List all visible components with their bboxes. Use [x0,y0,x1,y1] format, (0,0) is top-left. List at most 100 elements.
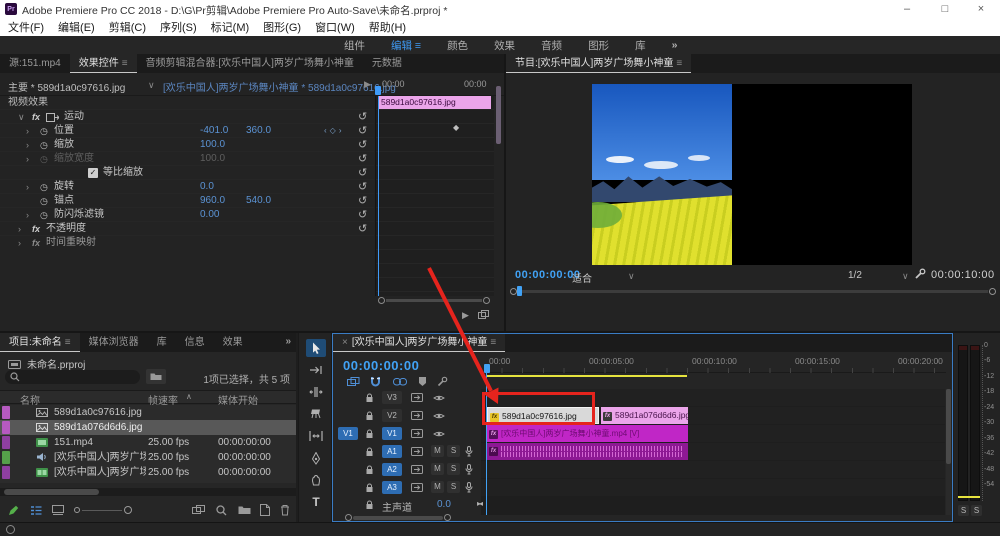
tab-source-monitor[interactable]: 源:151.mp4 [0,54,70,73]
lock-icon[interactable] [365,447,374,457]
search-bin-filter-button[interactable] [146,369,166,384]
maximize-button[interactable]: □ [936,1,954,17]
fit-dropdown[interactable]: 适合 [572,270,592,285]
workspace-tab-assembly[interactable]: 组件 [344,38,365,53]
reset-icon[interactable]: ↺ [358,180,367,194]
panel-divider[interactable] [504,54,506,331]
label-chip[interactable] [2,421,10,434]
effect-opacity[interactable]: › fx 不透明度 ↺ [0,222,374,236]
workspace-tab-graphics[interactable]: 图形 [588,38,609,53]
param-anchor[interactable]: ◷ 锚点 960.0 540.0 ↺ [0,194,374,208]
menu-item-markers[interactable]: 标记(M) [211,19,250,35]
reset-icon[interactable]: ↺ [358,222,367,236]
zoom-slider-min[interactable] [74,507,80,513]
lock-icon[interactable] [365,411,374,421]
track-button-a1[interactable]: A1 [382,445,402,458]
search-input[interactable] [23,371,135,383]
master-track-value[interactable]: 0.0 [437,499,451,510]
param-position[interactable]: › ◷ 位置 -401.0 360.0 ‹◇› ↺ [0,124,374,138]
antiflicker-value[interactable]: 0.00 [200,208,219,222]
reset-icon[interactable]: ↺ [358,208,367,222]
clip-v1[interactable]: fx[欢乐中国人]两岁广场舞小神童.mp4 [V] [487,425,688,442]
reset-icon[interactable]: ↺ [358,194,367,208]
panel-menu-icon[interactable]: ≡ [676,58,682,69]
track-source-icon[interactable] [411,393,423,402]
icon-view-button[interactable] [52,505,64,516]
solo-button[interactable]: S [447,481,460,493]
menu-item-file[interactable]: 文件(F) [8,19,44,35]
chevron-down-icon[interactable]: ∨ [902,271,909,282]
program-scrubber[interactable] [510,286,996,298]
scroll-thumb[interactable] [386,299,482,302]
mic-icon[interactable] [465,482,473,493]
project-writable-icon[interactable] [8,505,19,516]
ec-vertical-scrollbar[interactable] [496,86,501,144]
program-timecode[interactable]: 00:00:00:00 [515,269,580,281]
scroll-handle-right[interactable] [444,514,451,521]
tab-sequence[interactable]: ×[欢乐中国人]两岁广场舞小神童≡ [333,334,505,352]
track-button-v3[interactable]: V3 [382,391,402,404]
list-view-button[interactable] [30,505,42,516]
workspace-tab-audio[interactable]: 音频 [541,38,562,53]
sync-status-icon[interactable] [6,525,15,534]
automate-to-sequence-button[interactable] [192,505,206,516]
project-row-sequence[interactable]: [欢乐中国人]两岁广场舞 25.00 fps 00:00:00:00 [0,465,296,480]
ec-clip-bar[interactable]: 589d1a0c97616.jpg [378,96,491,109]
solo-left-button[interactable]: S [958,505,969,516]
solo-right-button[interactable]: S [971,505,982,516]
sequence-clip-label[interactable]: [欢乐中国人]两岁广场舞小神童 * 589d1a0c97616.jpg [163,79,396,94]
project-row-image1[interactable]: 589d1a0c97616.jpg [0,405,296,420]
tab-project[interactable]: 项目:未命名≡ [0,333,80,352]
timeline-ruler[interactable]: 00:00 00:00:05:00 00:00:10:00 00:00:15:0… [481,353,946,373]
reset-icon[interactable]: ↺ [358,110,367,124]
tab-info[interactable]: 信息 [176,333,214,352]
position-x-value[interactable]: -401.0 [200,124,228,138]
delete-button[interactable] [280,504,290,516]
eye-icon[interactable] [433,412,445,420]
keyframe-diamond-icon[interactable]: ◆ [453,123,459,132]
scale-value[interactable]: 100.0 [200,138,225,152]
razor-tool[interactable] [306,405,326,423]
label-chip[interactable] [2,451,10,464]
stopwatch-icon[interactable]: ◷ [40,208,48,222]
track-button-v2[interactable]: V2 [382,409,402,422]
track-lane-a3[interactable] [481,479,945,496]
menu-item-clip[interactable]: 剪辑(C) [109,19,146,35]
scroll-thumb[interactable] [353,516,443,520]
scrub-handle-left[interactable] [510,288,517,295]
tab-effect-controls[interactable]: 效果控件≡ [70,54,137,73]
solo-button[interactable]: S [447,445,460,457]
timeline-timecode[interactable]: 00:00:00:00 [343,358,419,373]
project-h-scrollbar[interactable] [0,488,296,496]
menu-item-help[interactable]: 帮助(H) [369,19,406,35]
find-button[interactable] [216,505,227,516]
panel-overflow-button[interactable]: » [285,336,291,347]
clip-v2b[interactable]: fx589d1a076d6d6.jpg [601,407,688,424]
param-rotation[interactable]: › ◷ 旋转 0.0 ↺ [0,180,374,194]
timeline-settings-wrench-icon[interactable] [437,376,448,387]
track-source-icon[interactable] [411,483,423,492]
reset-icon[interactable]: ↺ [358,138,367,152]
master-track-label[interactable]: 主声道 [382,499,412,514]
type-tool[interactable]: T [306,493,326,511]
stopwatch-icon[interactable]: ◷ [40,180,48,194]
eye-icon[interactable] [433,430,445,438]
zoom-slider-track[interactable] [82,510,122,511]
new-bin-button[interactable] [238,505,251,515]
chevron-down-icon[interactable]: ∨ [628,271,635,282]
mute-button[interactable]: M [431,463,444,475]
project-row-image2-selected[interactable]: 589d1a076d6d6.jpg [0,420,296,435]
nest-toggle-icon[interactable] [347,377,360,387]
hand-tool[interactable] [306,471,326,489]
mute-button[interactable]: M [431,481,444,493]
snap-toggle-icon[interactable] [370,376,381,387]
menu-item-window[interactable]: 窗口(W) [315,19,355,35]
workspace-overflow-button[interactable]: » [672,39,678,51]
panel-menu-icon[interactable]: ≡ [490,337,496,348]
panel-divider[interactable] [0,331,1000,333]
anchor-x-value[interactable]: 960.0 [200,194,225,208]
panel-menu-icon[interactable]: ≡ [122,58,128,69]
tab-metadata[interactable]: 元数据 [363,54,411,73]
ripple-edit-tool[interactable] [306,383,326,401]
ec-zoom-scrollbar[interactable] [378,297,490,305]
